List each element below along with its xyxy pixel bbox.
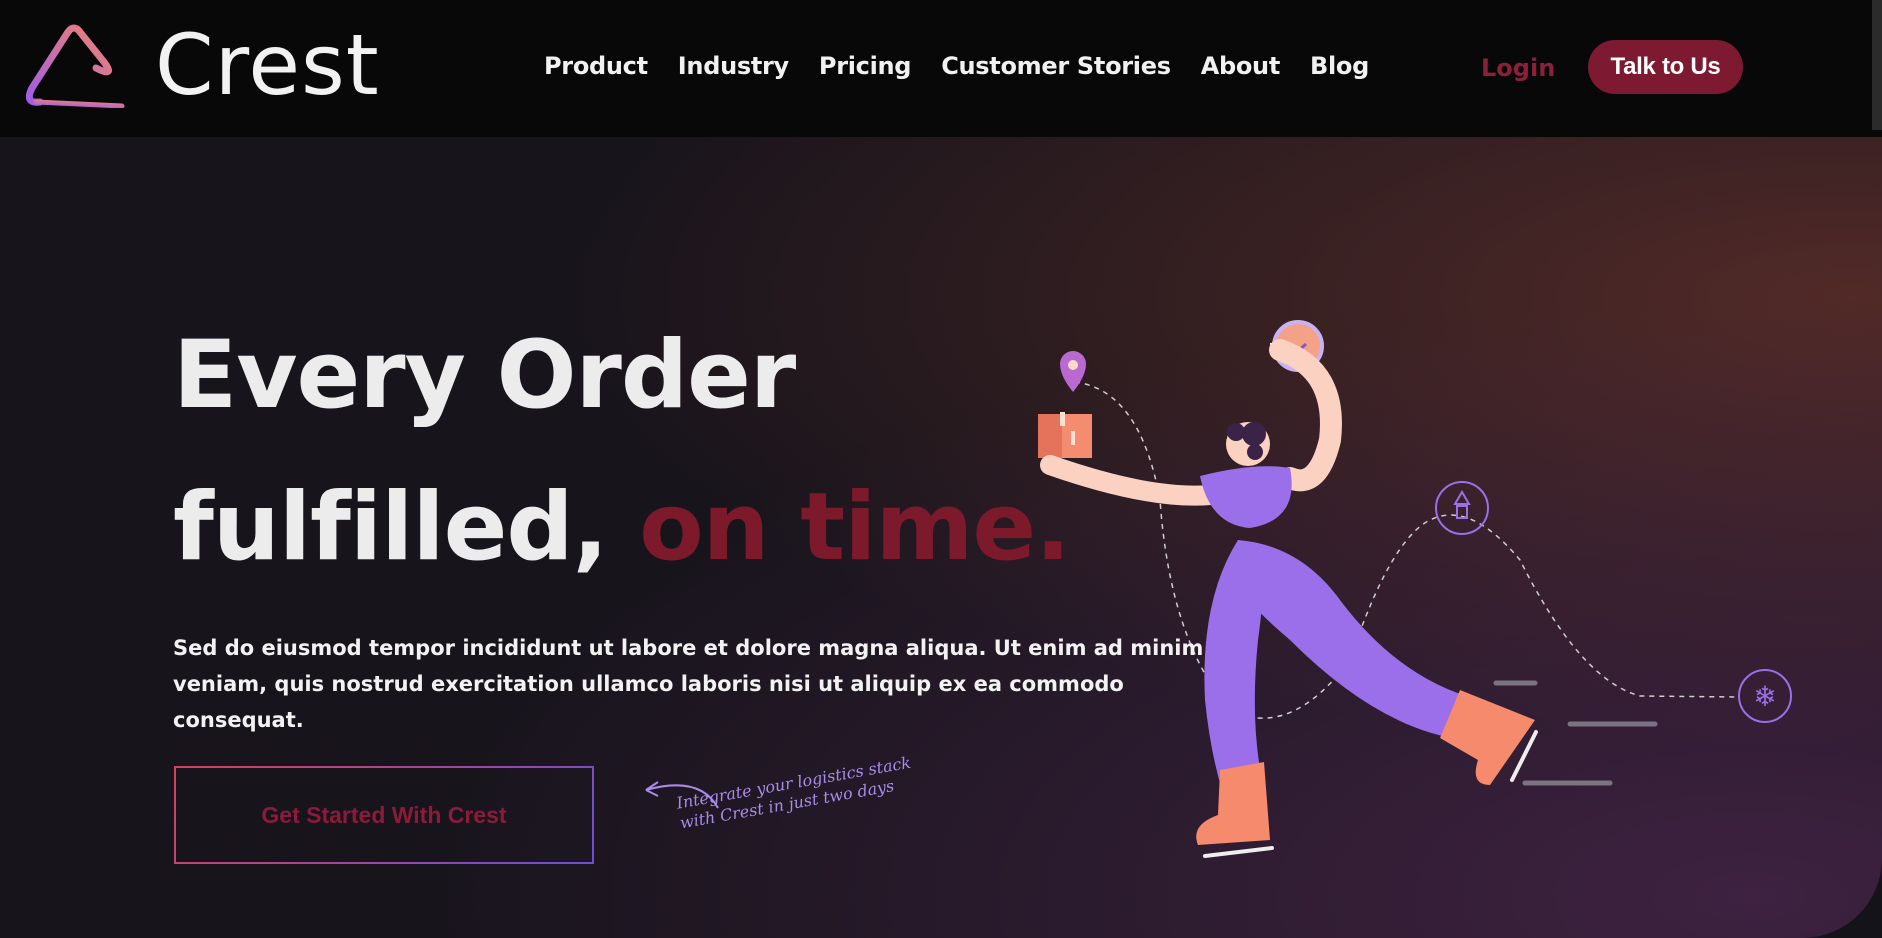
snowflake-badge-icon: ❄ [1738, 669, 1792, 723]
hero-title-fulfilled: fulfilled, [173, 473, 608, 582]
rocket-badge-icon [1435, 481, 1489, 535]
get-started-button[interactable]: Get Started With Crest [174, 766, 594, 864]
hero-title-line1: Every Order [173, 321, 796, 430]
skater-figure [1040, 339, 1538, 858]
hero-title-on-time: on time. [639, 473, 1071, 582]
background-grid [1278, 184, 1873, 862]
hero-title: Every Order fulfilled, on time. [173, 300, 1071, 604]
hero-subtitle: Sed do eiusmod tempor incididunt ut labo… [173, 636, 1204, 732]
hero-title-line2: fulfilled, on time. [173, 452, 1071, 604]
svg-text:❄: ❄ [1753, 680, 1776, 713]
